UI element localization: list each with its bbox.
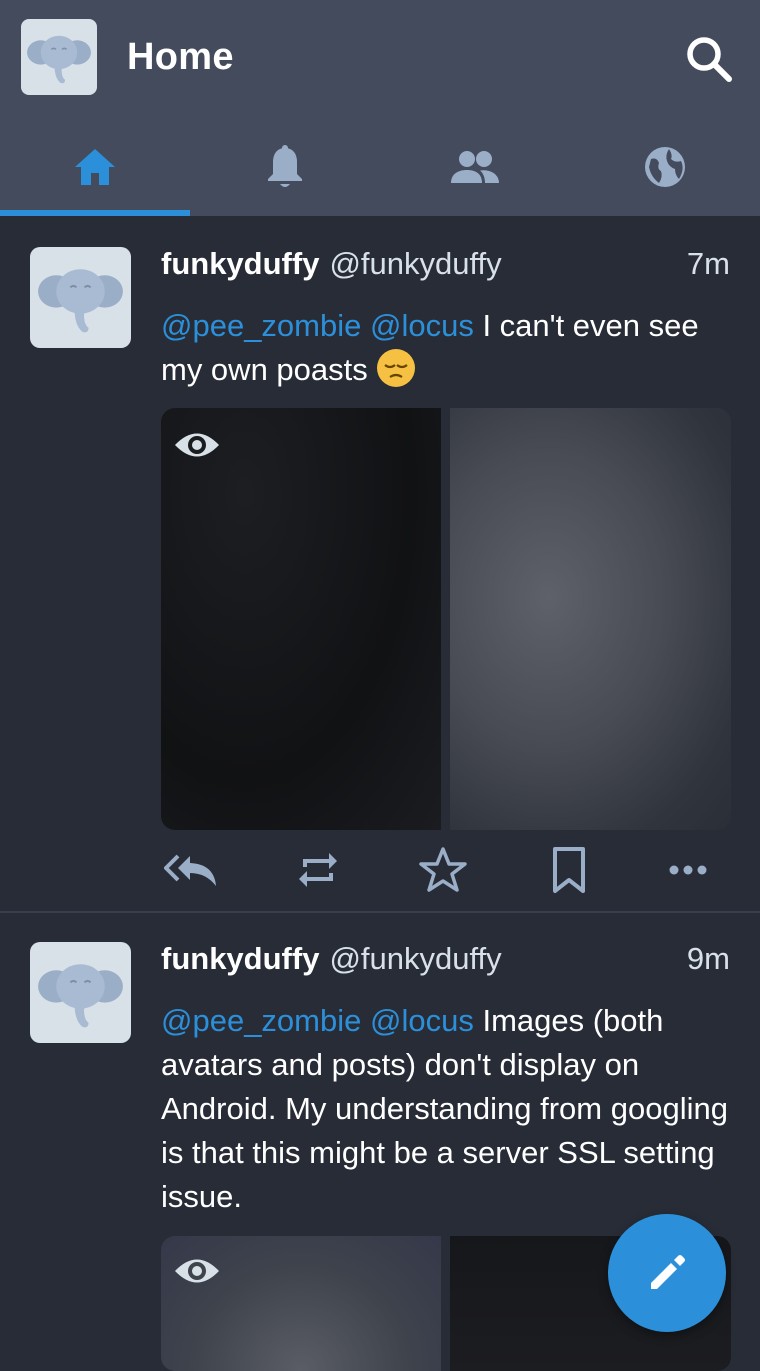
pencil-icon [651, 1255, 685, 1289]
bell-icon [268, 145, 302, 187]
status-post[interactable]: funkyduffy @funkyduffy 7m @pee_zombie @lo… [0, 216, 760, 911]
mastodon-elephant-icon [27, 35, 91, 84]
more-options-button[interactable] [658, 840, 718, 900]
avatar[interactable] [30, 942, 131, 1043]
account-avatar[interactable] [21, 19, 97, 95]
media-gallery[interactable] [161, 408, 731, 830]
post-content: @pee_zombie @locus I can't even see my o… [161, 304, 741, 392]
globe-icon [645, 147, 685, 187]
post-content: @pee_zombie @locus Images (both avatars … [161, 999, 741, 1219]
post-timestamp[interactable]: 7m [687, 246, 730, 282]
reply-all-button[interactable] [161, 840, 221, 900]
page-title: Home [127, 36, 234, 78]
compose-button[interactable] [608, 1214, 726, 1332]
tab-home[interactable] [0, 118, 190, 216]
search-button[interactable] [682, 32, 736, 86]
home-icon [75, 149, 115, 185]
avatar[interactable] [30, 247, 131, 348]
favourite-button[interactable] [413, 840, 473, 900]
post-author[interactable]: funkyduffy @funkyduffy [161, 941, 502, 977]
mastodon-elephant-icon [38, 269, 123, 333]
media-attachment[interactable] [450, 408, 731, 830]
boost-button[interactable] [288, 840, 348, 900]
status-action-bar [161, 840, 731, 900]
mention-link[interactable]: @pee_zombie [161, 308, 361, 343]
reply-all-icon [164, 854, 216, 886]
tab-federated[interactable] [570, 118, 760, 216]
search-icon [687, 37, 732, 82]
mastodon-elephant-icon [38, 964, 123, 1028]
mention-link[interactable]: @locus [370, 1003, 474, 1038]
account-handle: @funkyduffy [329, 941, 502, 976]
eye-icon[interactable] [173, 428, 221, 462]
more-horizontal-icon [669, 865, 707, 875]
tab-notifications[interactable] [190, 118, 380, 216]
tab-local[interactable] [380, 118, 570, 216]
pensive-face-emoji [377, 349, 416, 387]
mention-link[interactable]: @locus [370, 308, 474, 343]
eye-icon[interactable] [173, 1254, 221, 1288]
post-author[interactable]: funkyduffy @funkyduffy [161, 246, 502, 282]
top-app-bar: Home [0, 0, 760, 118]
tab-bar [0, 118, 760, 216]
star-icon [419, 847, 467, 892]
post-timestamp[interactable]: 9m [687, 941, 730, 977]
media-attachment[interactable] [161, 408, 441, 830]
display-name: funkyduffy [161, 246, 320, 281]
bookmark-button[interactable] [539, 840, 599, 900]
mention-link[interactable]: @pee_zombie [161, 1003, 361, 1038]
account-handle: @funkyduffy [329, 246, 502, 281]
people-icon [451, 151, 499, 183]
bookmark-icon [553, 847, 585, 893]
display-name: funkyduffy [161, 941, 320, 976]
boost-icon [299, 853, 337, 887]
